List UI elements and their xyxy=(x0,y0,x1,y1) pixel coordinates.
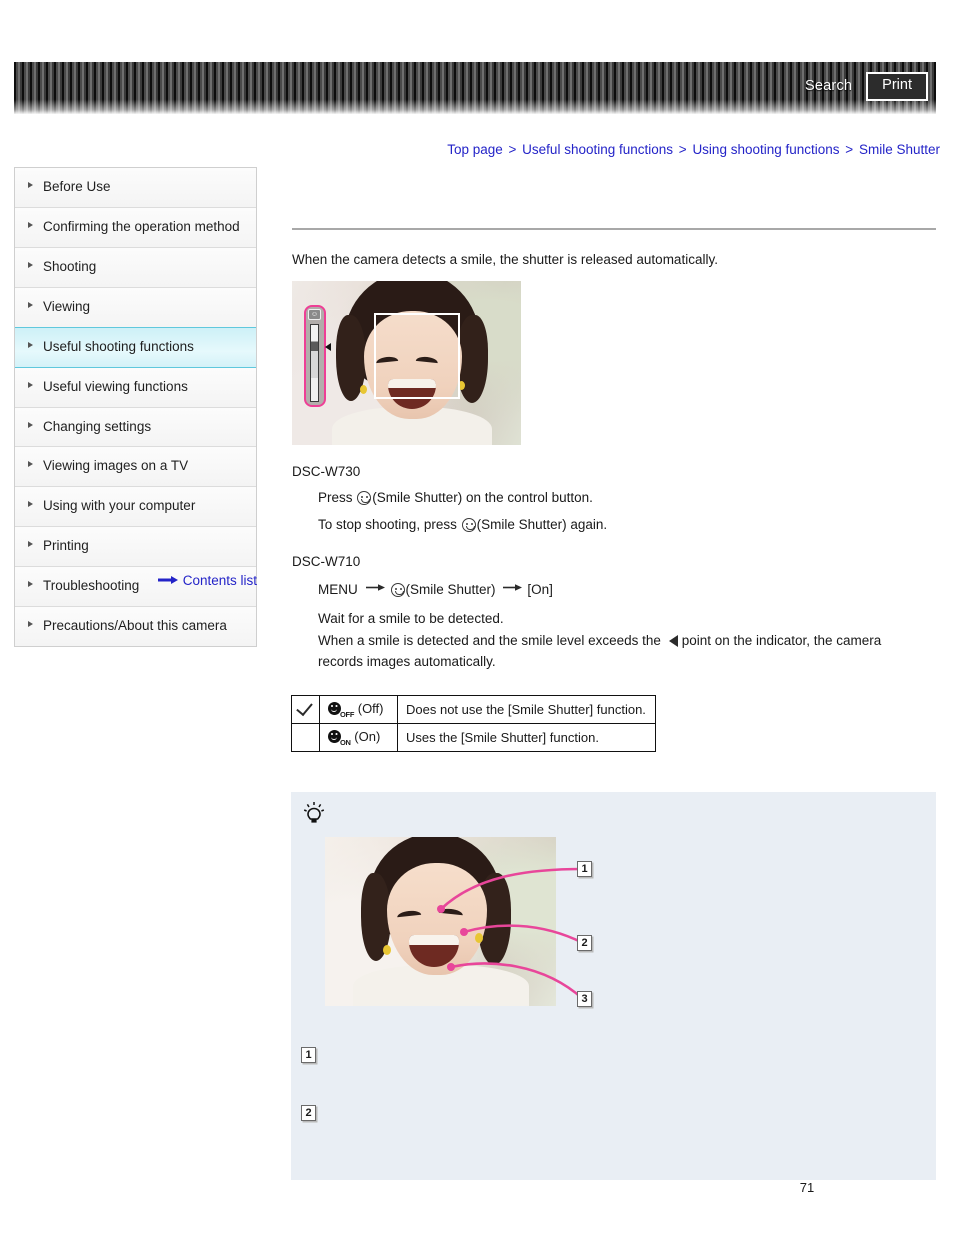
selected-indicator-cell xyxy=(291,695,320,724)
option-icon-subscript: OFF xyxy=(340,709,355,719)
sidebar-item-using-with-your-computer[interactable]: Using with your computer xyxy=(15,487,256,528)
camera-lcd-screenshot: ☺ xyxy=(292,281,521,445)
print-button[interactable]: Print xyxy=(866,72,928,101)
smile-threshold-marker-icon xyxy=(325,343,331,351)
sidebar-item-label: Shooting xyxy=(43,258,97,274)
w710-menu-path: MENU (Smile Shutter) [On] xyxy=(318,580,553,597)
sidebar-item-changing-settings[interactable]: Changing settings xyxy=(15,407,256,448)
chevron-right-icon xyxy=(28,182,33,188)
breadcrumb-separator: > xyxy=(508,142,517,157)
w730-step-press: Press (Smile Shutter) on the control but… xyxy=(318,490,593,505)
breadcrumb-separator: > xyxy=(845,142,854,157)
site-header-banner: Search Print xyxy=(14,62,936,114)
callout-marker-2: 2 xyxy=(577,935,592,951)
left-triangle-icon xyxy=(668,634,678,647)
check-icon xyxy=(298,700,314,716)
smile-shutter-icon xyxy=(357,491,372,505)
smile-shutter-icon xyxy=(461,518,476,532)
sidebar-item-label: Using with your computer xyxy=(43,498,196,514)
option-cell: ON (On) xyxy=(319,723,398,752)
chevron-right-icon xyxy=(28,621,33,628)
model-heading-w730: DSC-W730 xyxy=(292,464,361,479)
chevron-right-icon xyxy=(28,381,33,388)
sidebar-item-label: Before Use xyxy=(43,179,111,194)
smile-shutter-options-table: OFF (Off) Does not use the [Smile Shutte… xyxy=(291,695,656,752)
callout-marker-3: 3 xyxy=(577,991,592,1007)
arrow-right-icon xyxy=(157,573,180,588)
sidebar-item-confirming-the-operation-method[interactable]: Confirming the operation method xyxy=(15,207,256,248)
option-label: (Off) xyxy=(357,700,384,716)
breadcrumb-item-smile-shutter[interactable]: Smile Shutter xyxy=(859,142,940,157)
smile-level-indicator: ☺ xyxy=(304,305,331,407)
tip-box: 1 2 3 1 2 xyxy=(291,792,936,1180)
chevron-right-icon xyxy=(28,261,33,268)
contents-list-label: Contents list xyxy=(182,572,257,588)
smile-icon: ☺ xyxy=(308,309,321,320)
sidebar-item-label: Precautions/About this camera xyxy=(43,618,227,634)
subject-earring-left xyxy=(360,385,367,394)
sidebar-item-label: Useful shooting functions xyxy=(43,338,194,354)
w710-desc-line3: records images automatically. xyxy=(318,654,496,670)
breadcrumb-item-useful-shooting-functions[interactable]: Useful shooting functions xyxy=(522,142,673,157)
arrow-right-icon xyxy=(503,580,523,595)
arrow-right-icon xyxy=(365,580,386,595)
option-cell: OFF (Off) xyxy=(319,695,398,724)
table-row: ON (On) Uses the [Smile Shutter] functio… xyxy=(291,723,656,752)
sidebar-item-useful-viewing-functions[interactable]: Useful viewing functions xyxy=(15,367,256,408)
sidebar-item-useful-shooting-functions[interactable]: Useful shooting functions xyxy=(15,326,256,368)
lightbulb-icon xyxy=(303,801,325,827)
sidebar-item-label: Confirming the operation method xyxy=(43,218,240,234)
sidebar-item-before-use[interactable]: Before Use xyxy=(15,168,256,208)
sidebar-item-label: Printing xyxy=(43,538,89,554)
smile-shutter-off-icon xyxy=(328,701,341,715)
contents-list-link[interactable]: Contents list xyxy=(14,572,257,588)
tip-note-number-2: 2 xyxy=(301,1105,316,1121)
callout-marker-1: 1 xyxy=(577,861,592,877)
sidebar-item-viewing-images-on-a-tv[interactable]: Viewing images on a TV xyxy=(15,447,256,488)
face-detection-frame xyxy=(374,313,460,399)
intro-paragraph: When the camera detects a smile, the shu… xyxy=(292,252,718,267)
chevron-right-icon xyxy=(28,501,33,508)
page-number: 71 xyxy=(799,1180,815,1195)
chevron-right-icon xyxy=(28,421,33,428)
chevron-right-icon xyxy=(28,301,33,308)
w730-step-stop: To stop shooting, press (Smile Shutter) … xyxy=(318,517,608,532)
chevron-right-icon xyxy=(28,221,33,228)
callout-markers: 1 2 3 xyxy=(325,837,595,1017)
sidebar-item-label: Viewing xyxy=(43,298,91,314)
sidebar-item-label: Changing settings xyxy=(43,418,152,434)
sidebar-item-label: Viewing images on a TV xyxy=(43,458,189,474)
chevron-right-icon xyxy=(28,541,33,548)
smile-level-bar xyxy=(310,324,319,402)
w710-desc-line1: Wait for a smile to be detected. xyxy=(318,611,504,626)
selected-indicator-cell xyxy=(291,723,320,752)
option-icon-subscript: ON xyxy=(340,737,351,747)
chevron-right-icon xyxy=(28,341,33,348)
chevron-right-icon xyxy=(28,461,33,468)
model-heading-w710: DSC-W710 xyxy=(292,554,361,569)
sidebar-item-shooting[interactable]: Shooting xyxy=(15,247,256,288)
option-description: Uses the [Smile Shutter] function. xyxy=(397,723,656,752)
breadcrumb-separator: > xyxy=(678,142,687,157)
option-description: Does not use the [Smile Shutter] functio… xyxy=(397,695,656,724)
table-row: OFF (Off) Does not use the [Smile Shutte… xyxy=(291,695,656,724)
header-actions: Search Print xyxy=(805,72,928,101)
smile-shutter-on-icon xyxy=(328,729,341,743)
tip-note-number-1: 1 xyxy=(301,1047,316,1063)
w710-desc-line2: When a smile is detected and the smile l… xyxy=(318,632,882,648)
w710-description: Wait for a smile to be detected. When a … xyxy=(318,608,938,673)
sidebar-item-label: Useful viewing functions xyxy=(43,378,188,394)
section-divider xyxy=(292,228,936,230)
option-label: (On) xyxy=(354,728,381,744)
smile-shutter-icon xyxy=(390,583,405,597)
sidebar-item-printing[interactable]: Printing xyxy=(15,527,256,568)
sidebar-item-precautions-about-this-camera[interactable]: Precautions/About this camera xyxy=(15,607,256,647)
breadcrumb-item-top-page[interactable]: Top page xyxy=(447,142,503,157)
breadcrumb-item-using-shooting-functions[interactable]: Using shooting functions xyxy=(692,142,839,157)
breadcrumb: Top page > Useful shooting functions > U… xyxy=(447,142,940,157)
search-link[interactable]: Search xyxy=(805,78,852,94)
sidebar-item-viewing[interactable]: Viewing xyxy=(15,287,256,328)
